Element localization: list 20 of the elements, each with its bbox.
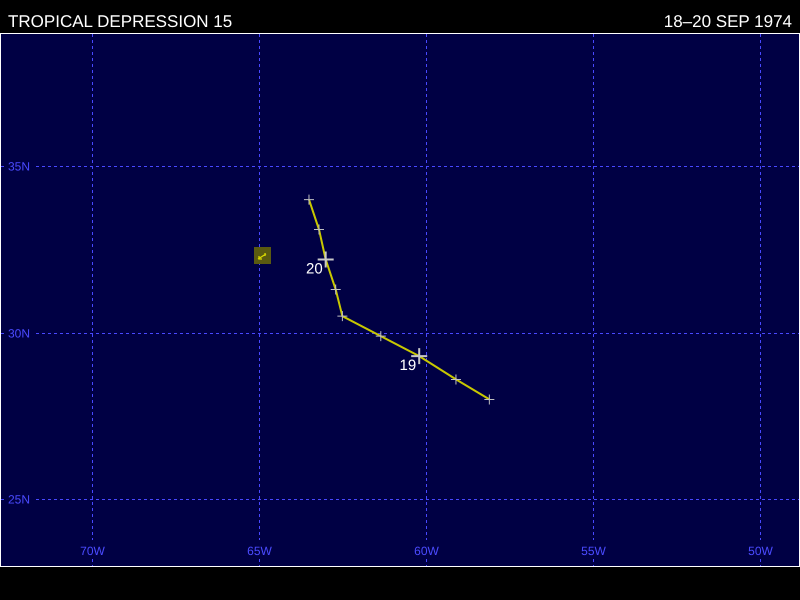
track-point-icon <box>314 224 324 236</box>
axis-label: 60W <box>414 544 439 558</box>
marker-icon <box>254 247 271 264</box>
track-point-icon <box>330 284 342 295</box>
axis-label: 30N <box>8 326 30 340</box>
track-point-icon <box>375 330 386 342</box>
map-title: TROPICAL DEPRESSION 15 <box>8 12 232 32</box>
axis-label: 55W <box>581 544 606 558</box>
axis-label: 70W <box>80 544 105 558</box>
day-label: 19 <box>400 357 416 374</box>
axis-label: 35N <box>8 160 30 174</box>
axis-label: 25N <box>8 492 30 506</box>
track-point-icon <box>303 194 314 206</box>
day-label: 20 <box>306 260 323 278</box>
date-range: 18–20 SEP 1974 <box>664 12 792 32</box>
track-point-icon <box>336 310 348 322</box>
axis-label: 50W <box>748 544 773 558</box>
track-point-icon <box>450 374 462 385</box>
track-point-icon <box>484 394 495 405</box>
axis-label: 65W <box>247 544 272 558</box>
